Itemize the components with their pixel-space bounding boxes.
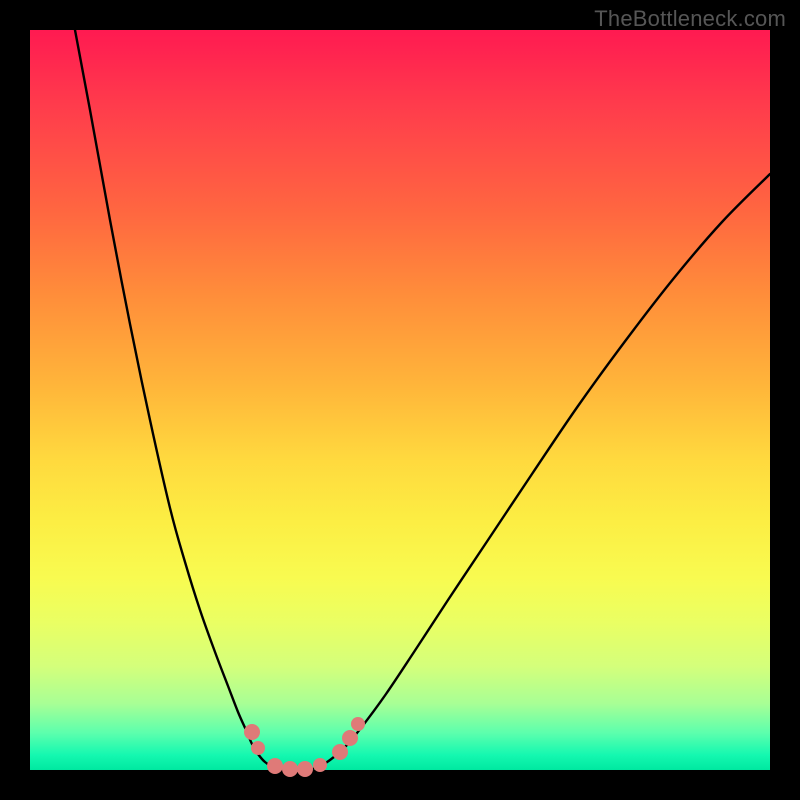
- bottom-marker-dot: [342, 730, 358, 746]
- curve-overlay: [30, 30, 770, 770]
- bottom-marker-dot: [297, 761, 313, 777]
- bottom-marker-dot: [351, 717, 365, 731]
- bottom-marker-dot: [282, 761, 298, 777]
- bottom-marker-dot: [267, 758, 283, 774]
- bottom-marker-dot: [313, 758, 327, 772]
- bottom-marker-dot: [251, 741, 265, 755]
- curve-left-branch: [75, 30, 302, 770]
- bottom-marker-dot: [244, 724, 260, 740]
- curve-right-branch: [302, 174, 770, 770]
- bottom-marker-dot: [332, 744, 348, 760]
- bottom-marker-group: [244, 717, 365, 777]
- watermark-text: TheBottleneck.com: [594, 6, 786, 32]
